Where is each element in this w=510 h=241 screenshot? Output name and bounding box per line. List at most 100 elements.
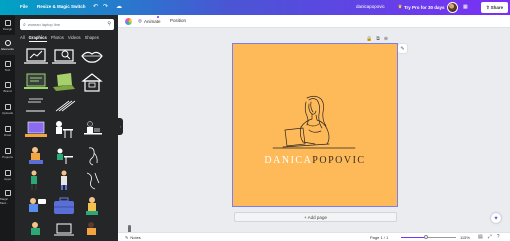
stats-icon[interactable]: ▦ <box>463 4 468 10</box>
laptop-search-graphic[interactable] <box>51 45 77 67</box>
rail-item-design[interactable]: Design <box>0 15 15 35</box>
yellow-person-graphic[interactable] <box>79 195 105 217</box>
add-icon[interactable]: ⊕ <box>384 36 388 42</box>
desk-worker-graphic[interactable] <box>51 119 77 141</box>
document-title[interactable]: danicapopovic <box>356 4 385 9</box>
tab-photos[interactable]: Photos <box>51 35 64 42</box>
upload-icon <box>4 103 11 110</box>
leaning-person-graphic[interactable] <box>51 169 77 191</box>
magic-assistant-icon[interactable]: ✦ <box>491 213 501 223</box>
woman-desk-graphic[interactable] <box>79 119 105 141</box>
zoom-slider-fill <box>401 237 427 238</box>
footer-icons: ▤ ⤢ ? <box>478 234 500 240</box>
lock-icon[interactable]: 🔒 <box>366 36 372 42</box>
rail-item-apps[interactable]: Apps <box>0 165 15 185</box>
zoom-slider[interactable] <box>401 235 456 239</box>
rail-item-label: Elements <box>1 46 14 51</box>
text-icon <box>4 60 11 67</box>
search-input[interactable]: woman laptop line <box>28 22 60 27</box>
tab-graphics[interactable]: Graphics <box>28 35 47 42</box>
help-icon[interactable]: ? <box>497 234 500 240</box>
draw-icon <box>4 125 11 132</box>
design-page[interactable]: DANICAPOPOVIC <box>232 43 398 207</box>
notes-button[interactable]: ✎ Notes <box>125 235 141 240</box>
page-indicator[interactable]: Page 1 / 1 <box>370 235 388 240</box>
rail-item-label: Text <box>4 67 11 72</box>
collapse-panel-icon[interactable]: ‹ <box>118 118 123 135</box>
laptop-outline-graphic[interactable] <box>51 219 77 241</box>
zoom-level[interactable]: 115% <box>460 235 470 240</box>
avatar[interactable] <box>447 2 458 13</box>
rail-item-label: Projects <box>2 154 13 159</box>
chat-person-graphic[interactable] <box>23 195 49 217</box>
color-picker-icon[interactable] <box>125 18 132 25</box>
panel-tabs: All Graphics Photos Videos Shapes <box>20 35 99 42</box>
rail-item-draw[interactable]: Draw <box>0 121 15 141</box>
try-pro-button[interactable]: ♛ Try Pro for 30 days <box>394 2 449 12</box>
redo-icon[interactable]: ↷ <box>103 3 108 10</box>
rail-item-label: Brand <box>3 88 12 93</box>
notes-icon: ✎ <box>125 235 129 240</box>
line-woman-graphic[interactable] <box>79 145 105 167</box>
context-toolbar: ◎ Animate Position <box>118 15 510 28</box>
rail-item-uploads[interactable]: Uploads <box>0 99 15 119</box>
share-icon: ⇧ <box>485 4 490 10</box>
seated-woman-graphic[interactable] <box>79 219 105 241</box>
tab-all[interactable]: All <box>20 35 25 42</box>
resize-button[interactable]: Resize & Magic Switch <box>37 4 86 9</box>
cloud-save-icon[interactable]: ☁ <box>116 3 122 10</box>
brand-icon <box>4 81 11 88</box>
animate-icon: ◎ <box>138 18 142 23</box>
file-menu[interactable]: File <box>20 4 28 9</box>
add-page-button[interactable]: + Add page <box>234 212 397 222</box>
laptop-chart-graphic[interactable] <box>23 45 49 67</box>
brand-last-name: POPOVIC <box>312 155 366 166</box>
animate-button[interactable]: ◎ Animate <box>138 18 160 24</box>
sitting-person-graphic[interactable] <box>23 145 49 167</box>
share-label: Share <box>490 5 504 10</box>
filter-icon[interactable]: ⚲ <box>107 21 111 27</box>
house-graphic[interactable] <box>79 71 105 93</box>
tab-videos[interactable]: Videos <box>68 35 81 42</box>
left-rail: Design Elements Text Brand Uploads Draw … <box>0 15 15 241</box>
note-icon[interactable]: ✎ <box>398 44 407 53</box>
share-button[interactable]: ⇧ Share <box>481 2 508 13</box>
laptop-green-graphic[interactable] <box>23 71 49 93</box>
rail-item-label: Draw <box>3 132 11 137</box>
try-pro-label: Try Pro for 30 days <box>404 4 445 10</box>
zoom-slider-handle[interactable] <box>424 235 429 239</box>
line-sketch-graphic[interactable] <box>79 169 105 191</box>
stripes-graphic[interactable] <box>51 95 77 117</box>
green-desk-graphic[interactable] <box>51 145 77 167</box>
animate-label: Animate <box>143 18 161 24</box>
page-controls: 🔒 ⧉ ⊕ <box>366 36 388 42</box>
woman-laptop-illustration[interactable] <box>269 94 359 156</box>
apps-icon <box>4 169 11 176</box>
search-bar[interactable]: ⌕ woman laptop line ⚲ <box>20 19 114 30</box>
undo-icon[interactable]: ↶ <box>93 3 98 10</box>
open-laptop-graphic[interactable] <box>51 71 77 93</box>
grid-view-icon[interactable]: ▤ <box>478 234 483 240</box>
footer-bar: ✎ Notes Page 1 / 1 115% ▤ ⤢ ? <box>118 232 510 241</box>
laptop-line-graphic[interactable] <box>23 95 49 117</box>
lips-graphic[interactable] <box>79 45 105 67</box>
rail-item-text[interactable]: Text <box>0 56 15 76</box>
duplicate-icon[interactable]: ⧉ <box>376 36 380 42</box>
graphics-grid <box>23 45 123 241</box>
tab-shapes[interactable]: Shapes <box>85 35 99 42</box>
purple-laptop-graphic[interactable] <box>23 119 49 141</box>
magic-media-icon <box>4 189 11 196</box>
position-button[interactable]: Position <box>170 18 186 23</box>
briefcase-graphic[interactable] <box>51 195 77 217</box>
rail-item-magic-media[interactable]: Magic Med... <box>0 187 15 207</box>
fullscreen-icon[interactable]: ⤢ <box>488 234 492 240</box>
rail-item-brand[interactable]: Brand <box>0 77 15 97</box>
rail-item-projects[interactable]: Projects <box>0 143 15 163</box>
notes-label: Notes <box>130 235 141 240</box>
brand-name[interactable]: DANICAPOPOVIC <box>233 155 397 166</box>
standing-person-graphic[interactable] <box>23 169 49 191</box>
top-bar: File Resize & Magic Switch ↶ ↷ ☁ danicap… <box>0 0 510 15</box>
rail-item-label: Magic Med... <box>0 196 9 205</box>
rail-item-elements[interactable]: Elements <box>0 35 15 55</box>
couch-person-graphic[interactable] <box>23 219 49 241</box>
